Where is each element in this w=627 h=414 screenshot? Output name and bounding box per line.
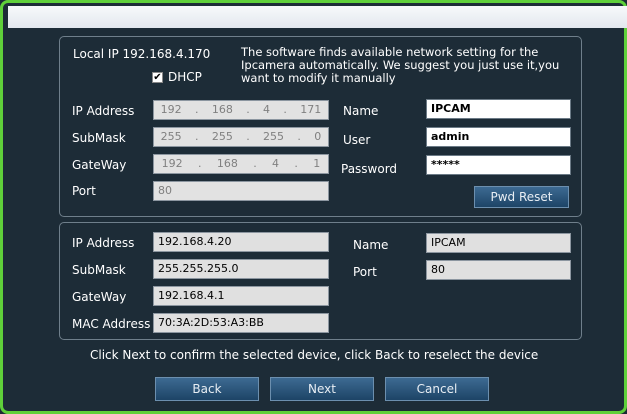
back-button[interactable]: Back [155, 377, 259, 401]
submask-label: SubMask [72, 131, 126, 145]
device-port-label: Port [353, 265, 377, 279]
device-ip-label: IP Address [72, 236, 135, 250]
dhcp-checkbox[interactable]: ✔ [152, 72, 163, 83]
submask-field[interactable]: 255. 255. 255. 0 [153, 127, 329, 147]
info-text: The software finds available network set… [241, 45, 560, 85]
device-name-label: Name [353, 238, 389, 252]
instruction-text: Click Next to confirm the selected devic… [90, 348, 539, 362]
user-label: User [343, 133, 371, 147]
device-mac-field: 70:3A:2D:53:A3:BB [153, 313, 329, 333]
title-bar[interactable] [8, 6, 627, 28]
port-field[interactable]: 80 [153, 181, 329, 201]
gateway-label: GateWay [72, 158, 127, 172]
local-ip-label: Local IP 192.168.4.170 [73, 47, 211, 61]
device-gateway-field: 192.168.4.1 [153, 286, 329, 306]
device-name-field: IPCAM [426, 233, 571, 253]
device-submask-label: SubMask [72, 263, 126, 277]
ip-address-label: IP Address [72, 104, 135, 118]
user-input[interactable]: admin [426, 127, 571, 147]
password-label: Password [341, 162, 398, 176]
device-mac-label: MAC Address [72, 317, 151, 331]
gateway-field[interactable]: 192. 168. 4. 1 [153, 154, 329, 174]
name-input[interactable]: IPCAM [426, 99, 571, 119]
cancel-button[interactable]: Cancel [385, 377, 489, 401]
device-submask-field: 255.255.255.0 [153, 259, 329, 279]
ip-address-field[interactable]: 192. 168. 4. 171 [153, 100, 329, 120]
device-port-field: 80 [426, 260, 571, 280]
device-ip-field: 192.168.4.20 [153, 232, 329, 252]
name-label: Name [343, 104, 379, 118]
port-label: Port [72, 184, 96, 198]
password-input[interactable]: ***** [426, 155, 571, 175]
next-button[interactable]: Next [270, 377, 374, 401]
dhcp-label: DHCP [168, 70, 202, 84]
pwd-reset-button[interactable]: Pwd Reset [474, 186, 569, 208]
device-gateway-label: GateWay [72, 290, 127, 304]
